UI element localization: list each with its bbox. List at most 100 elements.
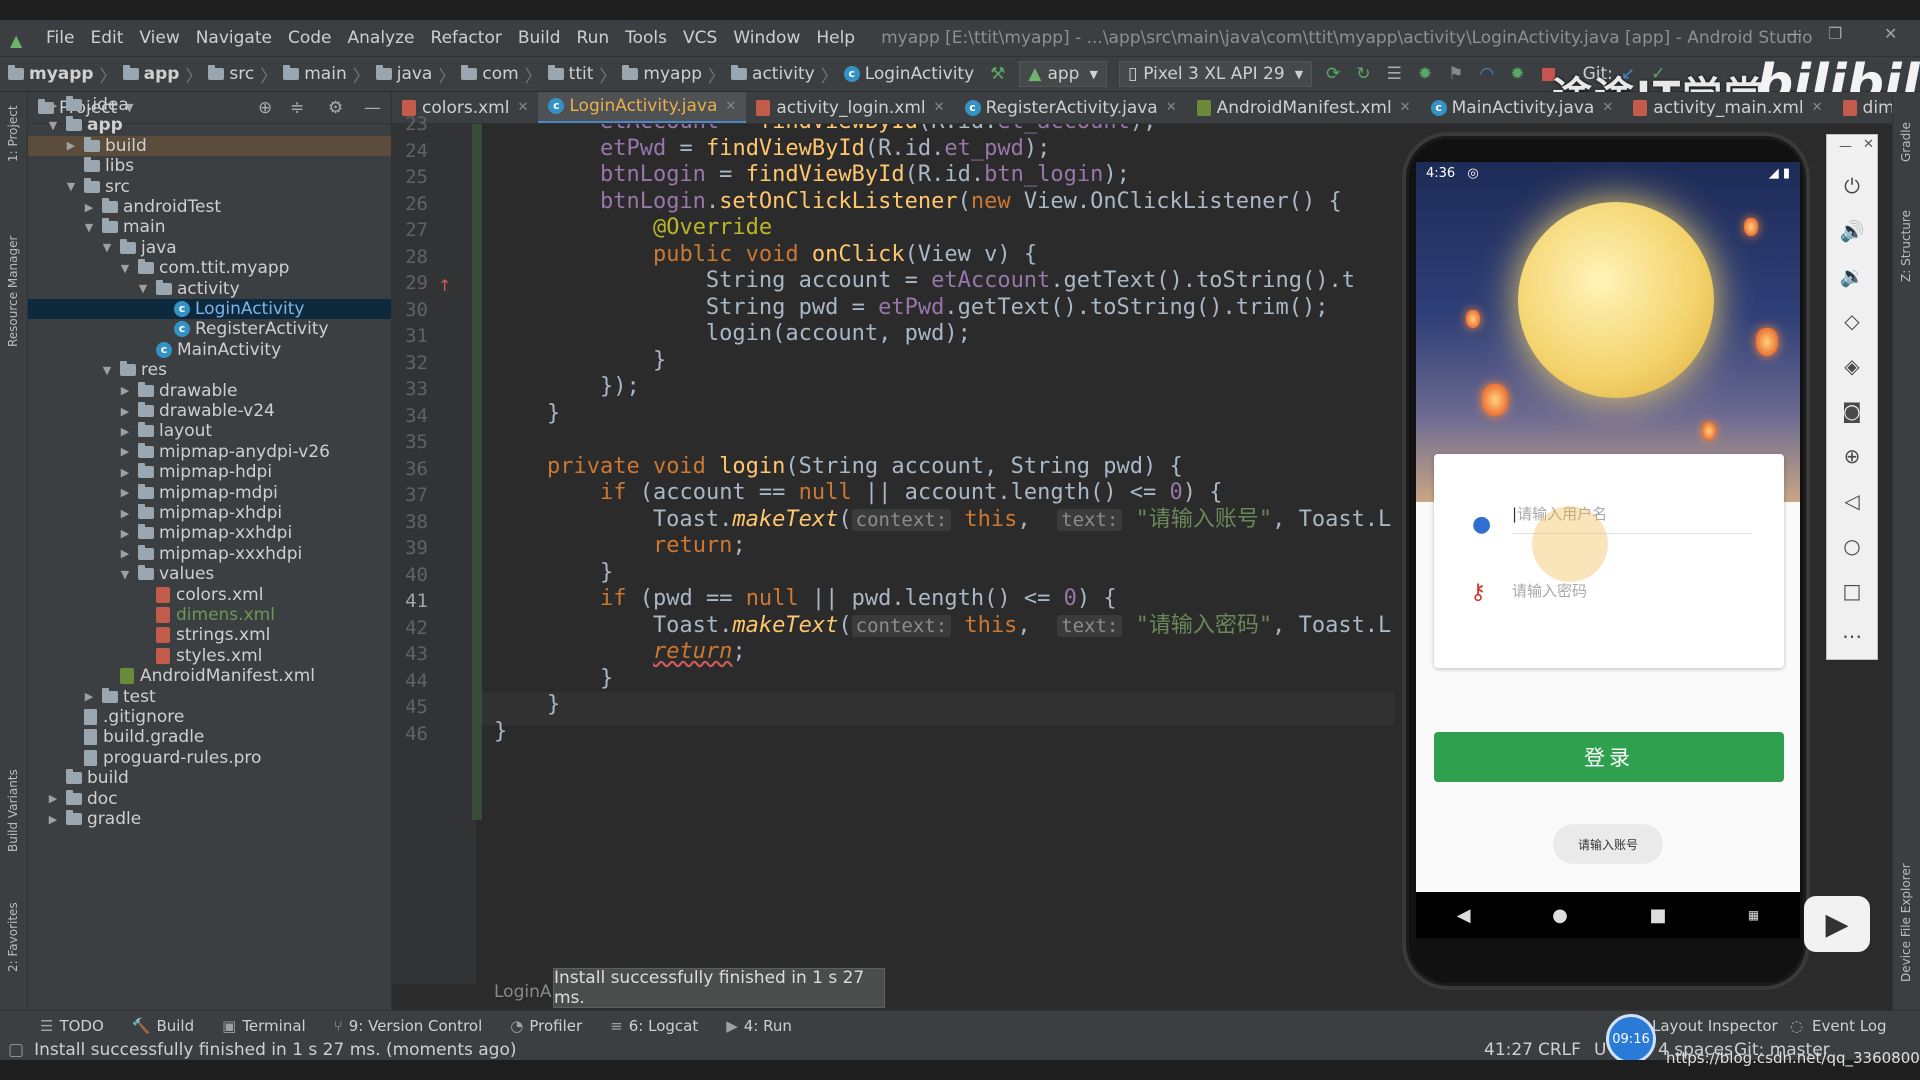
tree-item[interactable]: ▶ layout bbox=[28, 421, 391, 441]
side-tab-gradle[interactable]: Gradle bbox=[1899, 122, 1913, 162]
side-tab-device-file-explorer[interactable]: Device File Explorer bbox=[1899, 863, 1913, 982]
close-tab-icon[interactable]: ✕ bbox=[725, 99, 736, 114]
side-tab-build-variants[interactable]: Build Variants bbox=[6, 769, 20, 852]
chevron-down-icon[interactable]: ▼ bbox=[46, 119, 60, 132]
tree-item[interactable]: proguard-rules.pro bbox=[28, 748, 391, 768]
editor-tab[interactable]: c RegisterActivity.java ✕ bbox=[955, 92, 1187, 123]
tree-item[interactable]: dimens.xml bbox=[28, 605, 391, 625]
breadcrumb-item[interactable]: main 〉 bbox=[283, 62, 375, 87]
chevron-right-icon[interactable]: ▶ bbox=[46, 813, 60, 826]
tree-item[interactable]: ▶ mipmap-xxxhdpi bbox=[28, 544, 391, 564]
tool-window-tab[interactable]: ▶ 4: Run bbox=[726, 1017, 792, 1035]
chevron-right-icon[interactable]: ▶ bbox=[118, 507, 132, 520]
close-icon[interactable]: ✕ bbox=[1884, 24, 1897, 43]
apply-changes-icon[interactable]: ↻ bbox=[1356, 64, 1370, 84]
menu-window[interactable]: Window bbox=[733, 28, 800, 48]
recents-icon[interactable]: ■ bbox=[1649, 905, 1666, 926]
device-select[interactable]: ▯ Pixel 3 XL API 29 ▼ bbox=[1118, 61, 1313, 87]
breadcrumb-item[interactable]: java 〉 bbox=[375, 62, 462, 87]
chevron-right-icon[interactable]: ▶ bbox=[46, 99, 60, 112]
menu-navigate[interactable]: Navigate bbox=[196, 28, 272, 48]
tree-item[interactable]: c LoginActivity bbox=[28, 299, 391, 319]
overview-icon[interactable]: □ bbox=[1826, 568, 1878, 613]
home-icon[interactable]: ● bbox=[1552, 905, 1568, 926]
side-tab-resource-manager[interactable]: Resource Manager bbox=[6, 236, 20, 347]
chevron-right-icon[interactable]: ▶ bbox=[82, 690, 96, 703]
breadcrumb-item[interactable]: com 〉 bbox=[461, 62, 547, 87]
editor-tab[interactable]: c LoginActivity.java ✕ bbox=[538, 92, 747, 123]
editor-tab[interactable]: c MainActivity.java ✕ bbox=[1421, 92, 1624, 123]
tree-item[interactable]: c RegisterActivity bbox=[28, 319, 391, 339]
tree-item[interactable]: build bbox=[28, 768, 391, 788]
chevron-right-icon[interactable]: ▶ bbox=[46, 792, 60, 805]
file-encoding[interactable]: U bbox=[1594, 1040, 1606, 1060]
tree-item[interactable]: ▼ src bbox=[28, 177, 391, 197]
chevron-down-icon[interactable]: ▼ bbox=[100, 241, 114, 254]
tree-item[interactable]: ▶ gradle bbox=[28, 809, 391, 829]
attach-debugger-icon[interactable]: ⚑ bbox=[1448, 64, 1463, 84]
run-config-select[interactable]: ▲ app ▼ bbox=[1019, 61, 1107, 87]
menu-run[interactable]: Run bbox=[577, 28, 610, 48]
breadcrumb-item[interactable]: ttit 〉 bbox=[547, 62, 623, 87]
breadcrumb-item[interactable]: app 〉 bbox=[122, 62, 209, 87]
rotate-right-icon[interactable]: ◈ bbox=[1826, 343, 1878, 388]
tree-item[interactable]: ▶ mipmap-mdpi bbox=[28, 483, 391, 503]
chevron-right-icon[interactable]: ▶ bbox=[118, 384, 132, 397]
phone-screen[interactable]: 4:36 ◎ ◢ ▮ ● | 请输入用户名 ⚷ 请输入密码 登录 请输入账号 bbox=[1416, 162, 1800, 892]
close-tab-icon[interactable]: ✕ bbox=[517, 100, 528, 115]
zoom-icon[interactable]: ⊕ bbox=[1826, 433, 1878, 478]
line-separator[interactable]: CRLF bbox=[1538, 1040, 1581, 1060]
chevron-right-icon[interactable]: ▶ bbox=[118, 445, 132, 458]
breadcrumb-item[interactable]: src 〉 bbox=[208, 62, 283, 87]
breadcrumb-item[interactable]: myapp 〉 bbox=[622, 62, 731, 87]
chevron-down-icon[interactable]: ▼ bbox=[100, 364, 114, 377]
chevron-right-icon[interactable]: ▶ bbox=[118, 547, 132, 560]
coverage-icon[interactable]: ✹ bbox=[1510, 64, 1524, 84]
editor-tab[interactable]: activity_login.xml ✕ bbox=[746, 92, 954, 123]
chevron-right-icon[interactable]: ▶ bbox=[118, 527, 132, 540]
tree-item[interactable]: ▼ res bbox=[28, 360, 391, 380]
editor-tab[interactable]: AndroidManifest.xml ✕ bbox=[1187, 92, 1421, 123]
close-tab-icon[interactable]: ✕ bbox=[1812, 100, 1823, 115]
menu-refactor[interactable]: Refactor bbox=[431, 28, 502, 48]
menu-analyze[interactable]: Analyze bbox=[348, 28, 415, 48]
tree-item[interactable]: ▶ mipmap-xhdpi bbox=[28, 503, 391, 523]
tool-window-tab[interactable]: 🔨 Build bbox=[132, 1017, 194, 1035]
power-icon[interactable]: ⏻ bbox=[1826, 163, 1878, 208]
close-tab-icon[interactable]: ✕ bbox=[1166, 100, 1177, 115]
chevron-right-icon[interactable]: ▶ bbox=[82, 201, 96, 214]
tree-item[interactable]: AndroidManifest.xml bbox=[28, 666, 391, 686]
chevron-right-icon[interactable]: ▶ bbox=[118, 466, 132, 479]
breadcrumb-item[interactable]: activity 〉 bbox=[731, 62, 844, 87]
login-button[interactable]: 登录 bbox=[1434, 732, 1784, 782]
chevron-down-icon[interactable]: ▼ bbox=[118, 262, 132, 275]
side-tab-favorites[interactable]: 2: Favorites bbox=[6, 902, 20, 972]
tree-item[interactable]: ▶ androidTest bbox=[28, 197, 391, 217]
tree-item[interactable]: colors.xml bbox=[28, 585, 391, 605]
menu-file[interactable]: File bbox=[46, 28, 74, 48]
restore-icon[interactable]: ❐ bbox=[1828, 24, 1842, 43]
editor-bottom-tab[interactable]: LoginA bbox=[494, 982, 552, 1002]
tree-item[interactable]: ▶ test bbox=[28, 687, 391, 707]
menu-code[interactable]: Code bbox=[288, 28, 332, 48]
tool-window-tab[interactable]: ≡ 6: Logcat bbox=[610, 1017, 698, 1035]
tree-item[interactable]: c MainActivity bbox=[28, 340, 391, 360]
tool-event-log[interactable]: Event Log bbox=[1812, 1017, 1887, 1035]
volume-down-icon[interactable]: 🔉 bbox=[1826, 253, 1878, 298]
close-tab-icon[interactable]: ✕ bbox=[934, 100, 945, 115]
minimize-icon[interactable]: — bbox=[1839, 139, 1852, 154]
menu-tools[interactable]: Tools bbox=[625, 28, 667, 48]
status-toggle-icon[interactable]: ▢ bbox=[8, 1040, 24, 1060]
rotate-left-icon[interactable]: ◇ bbox=[1826, 298, 1878, 343]
home-icon[interactable]: ○ bbox=[1826, 523, 1878, 568]
back-icon[interactable]: ◀ bbox=[1457, 905, 1471, 926]
chevron-down-icon[interactable]: ▼ bbox=[118, 568, 132, 581]
menu-help[interactable]: Help bbox=[816, 28, 855, 48]
tree-item[interactable]: ▼ com.ttit.myapp bbox=[28, 258, 391, 278]
profile-icon[interactable]: ◠ bbox=[1479, 64, 1494, 84]
menu-edit[interactable]: Edit bbox=[90, 28, 123, 48]
keyboard-icon[interactable]: ▦ bbox=[1748, 908, 1759, 922]
volume-up-icon[interactable]: 🔊 bbox=[1826, 208, 1878, 253]
tree-item[interactable]: strings.xml bbox=[28, 625, 391, 645]
breadcrumb-item[interactable]: myapp 〉 bbox=[8, 62, 123, 87]
